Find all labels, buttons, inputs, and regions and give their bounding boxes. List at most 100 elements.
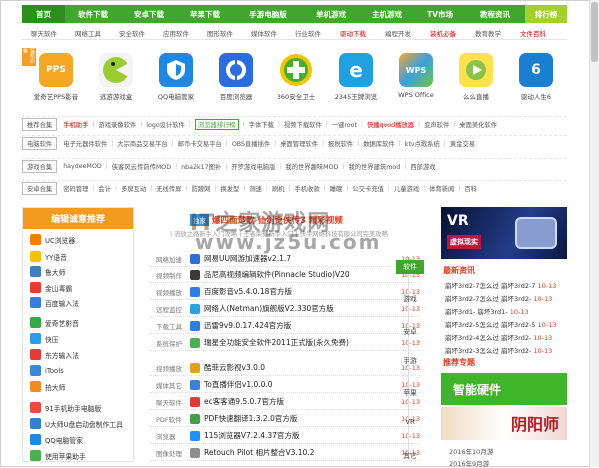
subnav-item[interactable]: 编程开发: [376, 26, 420, 40]
tag-link[interactable]: 视频下载软件: [284, 120, 322, 129]
row-category[interactable]: 视频制作: [150, 270, 190, 280]
tag-link[interactable]: logo设计软件: [146, 120, 185, 129]
left-item[interactable]: 使用苹果助手: [30, 450, 86, 461]
app-taoyou[interactable]: 逃游游戏盒: [88, 53, 144, 101]
tag-link[interactable]: 换发型: [220, 184, 239, 193]
table-row[interactable]: 系统保护 瑞星全功能安全软件2011正式版(永久免费) 10-13: [150, 335, 420, 351]
subnav-item[interactable]: 聊天软件: [22, 26, 66, 40]
left-item[interactable]: QQ电脑管家: [30, 434, 83, 445]
tag-link[interactable]: 公交卡充值: [352, 184, 383, 193]
left-item[interactable]: iTools: [30, 365, 64, 376]
tag-link[interactable]: 手机收款: [295, 184, 320, 193]
tab-software[interactable]: 软件: [396, 260, 424, 274]
table-row[interactable]: PDF软件 PDF快速翻译1.3.2.0官方版 10-13: [150, 411, 420, 427]
topic-link[interactable]: 2016年10月游: [449, 446, 493, 456]
news-text[interactable]: 崩坏3rd2-5怎么过 崩坏3rd2-5: [445, 321, 535, 329]
news-item[interactable]: 崩坏3rd2-5怎么过 崩坏3rd2-5 10-13: [445, 319, 556, 329]
news-text[interactable]: 崩坏3rd2-3怎么过 崩坏3rd2-: [445, 347, 531, 355]
left-item[interactable]: U大师U盘启动盘制作工具: [30, 418, 123, 429]
table-row[interactable]: 聊天软件 ec客客通9.5.0.7官方版 10-13: [150, 394, 420, 410]
tag-link[interactable]: 电子元器件软件: [63, 139, 107, 148]
news-text[interactable]: 崩坏3rd1- 崩坏3rd1-: [445, 308, 508, 316]
left-item[interactable]: 鲁大师: [30, 266, 65, 277]
row-name[interactable]: PDF快速翻译1.3.2.0官方版: [204, 413, 396, 424]
subnav-item[interactable]: 装机必备: [420, 26, 466, 40]
table-row[interactable]: 图像处理 Retouch Pilot 相片整合V3.10.2 10-13: [150, 445, 420, 461]
row-category[interactable]: 图像处理: [150, 448, 190, 458]
table-row[interactable]: 视频播放 百度影音v5.4.0.18官方版 10-13: [150, 284, 420, 300]
left-item[interactable]: 快压: [30, 333, 59, 344]
nav-home[interactable]: 首页: [22, 5, 65, 23]
tag-link[interactable]: 西部游戏: [410, 162, 435, 171]
row-category[interactable]: 媒体其它: [150, 380, 190, 390]
row-category[interactable]: 系统保护: [150, 338, 190, 348]
tag-link[interactable]: 一键root: [332, 120, 357, 129]
subnav-item[interactable]: 应用软件: [154, 26, 198, 40]
tag-link[interactable]: 我的世界建筑mod: [348, 162, 400, 171]
tag-link[interactable]: 桌面美化软件: [459, 120, 497, 129]
table-row[interactable]: 下载工具 迅雷9v9.0.17.424官方版 10-13: [150, 318, 420, 334]
tag-link[interactable]: ktv点歌系统: [405, 139, 440, 148]
row-name[interactable]: 品尼高视频编辑软件(Pinnacle Studio)V20: [204, 269, 396, 280]
left-item[interactable]: 91手机助手电脑版: [30, 402, 101, 413]
vertical-scrollbar[interactable]: [589, 0, 599, 467]
tag-link[interactable]: 我的世界趣味MOD: [285, 162, 338, 171]
tag-link[interactable]: 睡眠: [330, 184, 343, 193]
tag-link[interactable]: 快播qvod播放器: [367, 120, 414, 129]
nav-tutorial[interactable]: 教程资讯: [465, 5, 525, 23]
table-row[interactable]: 视频播放 酷菲云影视v3.0.0 10-13: [150, 360, 420, 376]
subnav-item[interactable]: 图形软件: [198, 26, 242, 40]
tag-link[interactable]: 密码管理: [63, 184, 88, 193]
app-wps[interactable]: WPS WPS Office: [388, 53, 444, 99]
tag-link[interactable]: 开罗游戏电脑版: [231, 162, 275, 171]
tag-link[interactable]: haydeeMOD: [63, 163, 102, 170]
row-category[interactable]: 下载工具: [150, 321, 190, 331]
row-category[interactable]: 浏览器: [150, 431, 190, 441]
tab-other[interactable]: 其它: [396, 450, 424, 460]
nav-console-games[interactable]: 主机游戏: [359, 5, 415, 23]
tag-link[interactable]: 儿童游戏: [394, 184, 419, 193]
tag-link[interactable]: 黄金交易: [450, 139, 475, 148]
left-item[interactable]: 拍大师: [30, 381, 65, 392]
nav-rank[interactable]: 排行榜: [525, 5, 567, 23]
row-name[interactable]: 酷菲云影视v3.0.0: [204, 362, 396, 373]
tag-link[interactable]: 多屏互动: [121, 184, 146, 193]
left-item[interactable]: 金山毒霸: [30, 282, 72, 293]
tag-link[interactable]: 刷机: [272, 184, 285, 193]
smart-hardware-banner[interactable]: 智能硬件: [441, 373, 567, 405]
row-category[interactable]: 聊天软件: [150, 397, 190, 407]
subnav-item[interactable]: 媒体软件: [242, 26, 286, 40]
nav-software[interactable]: 软件下载: [65, 5, 121, 23]
tag-link[interactable]: OBS直播插件: [232, 139, 270, 148]
subnav-item[interactable]: 文件百科: [510, 26, 556, 40]
row-category[interactable]: PDF软件: [150, 414, 190, 424]
tag-link[interactable]: 变声软件: [424, 120, 449, 129]
left-item[interactable]: 百度输入法: [30, 297, 79, 308]
news-text[interactable]: 崩坏3rd2-4怎么过 崩坏3rd2-: [445, 334, 531, 342]
tab-games[interactable]: 游戏: [396, 293, 424, 303]
news-item[interactable]: 崩坏3rd2-4怎么过 崩坏3rd2- 10-13: [445, 332, 552, 342]
table-row[interactable]: 媒体其它 To直播伴侣v1.0.0.0 10-13: [150, 377, 420, 393]
subnav-item[interactable]: 驱动下载: [330, 26, 376, 40]
row-category[interactable]: 网络加速: [150, 254, 190, 264]
app-qq-manager[interactable]: QQ电脑管家: [148, 53, 204, 101]
tag-link[interactable]: 侠客风云传前传MOD: [112, 162, 171, 171]
game-banner[interactable]: 阴阳师: [441, 407, 567, 440]
subnav-item[interactable]: 安全软件: [110, 26, 154, 40]
news-item[interactable]: 崩坏3rd2-3怎么过 崩坏3rd2- 10-13: [445, 345, 552, 355]
tag-link[interactable]: 体育新闻: [429, 184, 454, 193]
tag-link[interactable]: 字体下载: [249, 120, 274, 129]
vr-banner[interactable]: VR 虚拟现实: [441, 207, 567, 259]
news-text[interactable]: 崩坏3rd2-7怎么过 崩坏3rd2-: [445, 295, 531, 303]
tag-link[interactable]: 会计: [98, 184, 111, 193]
row-category[interactable]: 远程监控: [150, 304, 190, 314]
subnav-item[interactable]: 行业软件: [286, 26, 330, 40]
row-category[interactable]: 视频播放: [150, 363, 190, 373]
app-pps[interactable]: PPS 爱奇艺PPS影音: [28, 53, 84, 101]
app-360[interactable]: 360安全卫士: [268, 53, 324, 101]
tag-link[interactable]: 防蹭网: [191, 184, 210, 193]
nav-android[interactable]: 安卓下载: [121, 5, 177, 23]
app-memezb[interactable]: 么么直播: [448, 53, 504, 101]
tab-android[interactable]: 安卓: [396, 326, 424, 336]
tag-link[interactable]: 手机助手: [63, 120, 88, 129]
